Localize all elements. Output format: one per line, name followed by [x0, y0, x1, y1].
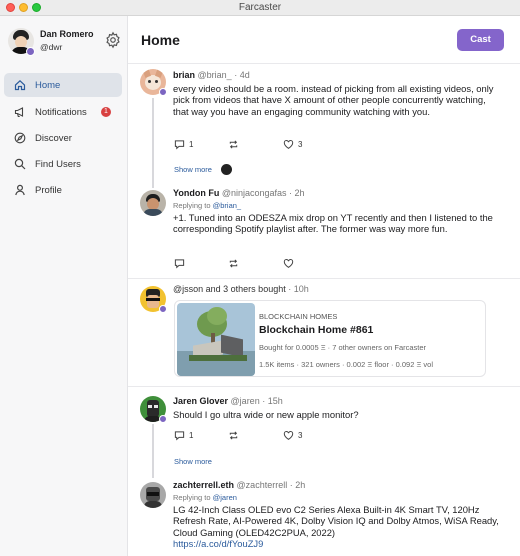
heart-icon	[283, 431, 294, 440]
replying-to-label: Replying to	[173, 201, 211, 210]
author-handle[interactable]: @ninjacongafas	[222, 188, 287, 198]
page-title: Home	[141, 32, 180, 48]
megaphone-icon	[14, 107, 24, 118]
author-handle[interactable]: @zachterrell	[237, 480, 288, 490]
post-time: · 2h	[289, 188, 305, 198]
post-header: zachterrell.eth @zachterrell · 2h	[173, 480, 305, 490]
comment-icon	[174, 431, 185, 441]
sidebar-item-discover[interactable]: Discover	[4, 126, 122, 150]
feed-divider	[128, 278, 520, 279]
replying-to-label: Replying to	[173, 493, 211, 502]
post-body: LG 42-Inch Class OLED evo C2 Series Alex…	[173, 504, 499, 538]
verified-badge-icon	[159, 415, 167, 423]
recast-icon	[229, 431, 238, 440]
user-handle: @dwr	[40, 42, 63, 52]
author-handle[interactable]: @jaren	[231, 396, 260, 406]
post-header: Jaren Glover @jaren · 15h	[173, 396, 283, 406]
post-text: +1. Tuned into an ODESZA mix drop on YT …	[173, 212, 493, 235]
home-icon	[14, 79, 26, 91]
window-title: Farcaster	[238, 2, 282, 13]
thread-connector	[152, 98, 154, 188]
comment-icon	[174, 259, 185, 269]
show-more-link[interactable]: Show more	[174, 457, 212, 466]
main-feed: Home Cast brian @brian_ · 4d every video…	[128, 16, 520, 556]
profile-summary[interactable]: Dan Romero @dwr	[0, 16, 128, 66]
thread-connector	[152, 424, 154, 478]
replying-to: Replying to @jaren	[173, 493, 237, 502]
nft-collection: BLOCKCHAIN HOMES	[259, 312, 338, 321]
gear-icon[interactable]	[104, 31, 122, 49]
reply-count: 1	[189, 431, 194, 440]
sidebar-item-home[interactable]: Home	[4, 73, 122, 97]
author-name[interactable]: Jaren Glover	[173, 396, 228, 406]
nft-bought-info: Bought for 0.0005 Ξ · 7 other owners on …	[259, 343, 427, 352]
sidebar-item-label: Profile	[35, 185, 62, 196]
feed-divider	[128, 386, 520, 387]
purchase-summary: @jsson and 3 others bought	[173, 284, 286, 294]
like-count: 3	[298, 140, 303, 149]
window-titlebar: Farcaster	[0, 0, 520, 16]
user-name: Dan Romero	[40, 29, 94, 39]
feed-header: Home Cast	[128, 16, 520, 64]
heart-icon	[283, 140, 294, 149]
sidebar-item-label: Notifications	[35, 107, 87, 118]
sidebar-item-label: Find Users	[35, 159, 81, 170]
show-more-link[interactable]: Show more	[174, 165, 212, 174]
avatar[interactable]	[140, 190, 166, 216]
post-header: brian @brian_ · 4d	[173, 70, 250, 80]
replying-to: Replying to @brian_	[173, 201, 241, 210]
post-header: Yondon Fu @ninjacongafas · 2h	[173, 188, 305, 198]
sidebar-item-find-users[interactable]: Find Users	[4, 152, 122, 176]
notification-count-badge: 1	[101, 107, 111, 117]
replying-to-handle[interactable]: @brian_	[213, 201, 241, 210]
sidebar-item-notifications[interactable]: Notifications 1	[4, 100, 122, 124]
nft-card[interactable]: BLOCKCHAIN HOMES Blockchain Home #861 Bo…	[174, 300, 486, 377]
sidebar-item-profile[interactable]: Profile	[4, 178, 122, 202]
compass-icon	[14, 132, 26, 144]
author-name[interactable]: zachterrell.eth	[173, 480, 234, 490]
recast-icon	[229, 140, 238, 149]
nft-image	[177, 303, 255, 376]
sidebar-item-label: Discover	[35, 133, 72, 144]
cast-button[interactable]: Cast	[457, 29, 504, 51]
sidebar: Dan Romero @dwr Home Notifications 1 Dis…	[0, 16, 128, 556]
replying-to-handle[interactable]: @jaren	[213, 493, 237, 502]
post-text: LG 42-Inch Class OLED evo C2 Series Alex…	[173, 504, 503, 550]
post-link[interactable]: https://a.co/d/fYouZJ9	[173, 538, 263, 549]
avatar[interactable]	[140, 482, 166, 508]
avatar	[221, 164, 232, 175]
post-text: Should I go ultra wide or new apple moni…	[173, 409, 359, 420]
author-name[interactable]: Yondon Fu	[173, 188, 219, 198]
post-time: · 10h	[288, 284, 309, 294]
author-handle[interactable]: @brian_	[198, 70, 232, 80]
sidebar-item-label: Home	[35, 80, 61, 91]
user-icon	[15, 184, 25, 196]
comment-icon	[174, 140, 185, 150]
heart-icon	[283, 259, 294, 268]
recast-icon	[229, 259, 238, 268]
purchase-header: @jsson and 3 others bought · 10h	[173, 284, 309, 294]
verified-badge-icon	[159, 88, 167, 96]
post-time: · 15h	[262, 396, 283, 406]
post-time: · 2h	[289, 480, 306, 490]
like-count: 3	[298, 431, 303, 440]
verified-badge-icon	[159, 305, 167, 313]
author-name[interactable]: brian	[173, 70, 195, 80]
post-time: · 4d	[234, 70, 250, 80]
reply-count: 1	[189, 140, 194, 149]
search-icon	[14, 158, 26, 170]
post-text: every video should be a room. instead of…	[173, 83, 494, 117]
verified-badge-icon	[26, 47, 35, 56]
nft-stats: 1.5K items · 321 owners · 0.002 Ξ floor …	[259, 360, 433, 369]
nft-title: Blockchain Home #861	[259, 324, 374, 336]
